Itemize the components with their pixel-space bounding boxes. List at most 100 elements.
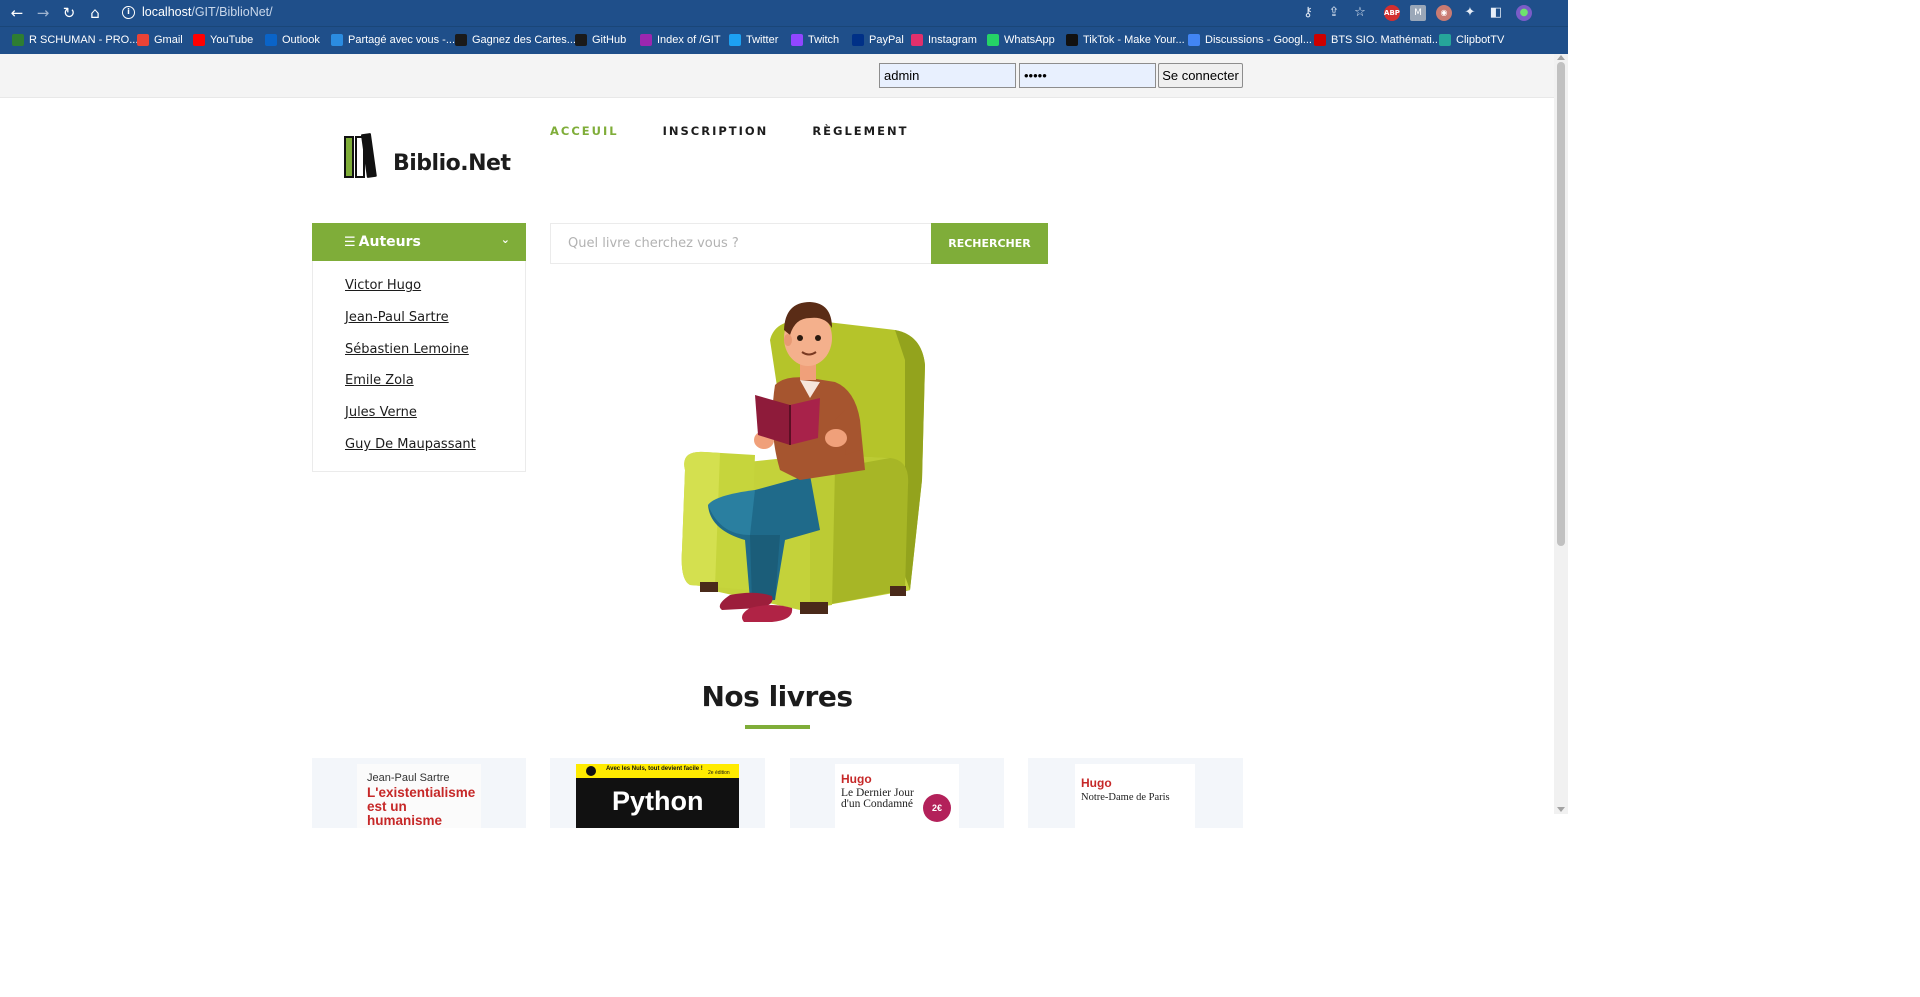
book-cover[interactable]: Avec les Nuls, tout devient facile ! 2e … <box>576 764 739 828</box>
bookmark-item[interactable]: BTS SIO. Mathémati... <box>1314 32 1441 48</box>
scroll-up-arrow-icon[interactable] <box>1557 55 1565 60</box>
book-card[interactable]: Hugo Le Dernier Jour d'un Condamné 2€ <box>790 758 1004 828</box>
share-icon[interactable]: ⇪ <box>1326 5 1342 21</box>
cloud-icon <box>1439 34 1451 46</box>
reload-icon[interactable]: ↻ <box>60 4 78 22</box>
book-card[interactable]: Jean-Paul Sartre L'existentialisme est u… <box>312 758 526 828</box>
book-edition: 2e édition <box>708 770 730 776</box>
bookmark-label: BTS SIO. Mathémati... <box>1331 34 1442 46</box>
username-input[interactable] <box>879 63 1016 88</box>
books-logo-icon <box>343 133 385 178</box>
bookmark-item[interactable]: WhatsApp <box>987 32 1055 48</box>
extension-eyes-icon[interactable]: ◉ <box>1436 5 1452 21</box>
extension-m-icon[interactable]: M <box>1410 5 1426 21</box>
bookmark-item[interactable]: GitHub <box>575 32 626 48</box>
sidepanel-icon[interactable]: ◧ <box>1488 5 1504 21</box>
nav-reglement[interactable]: RÈGLEMENT <box>812 124 908 138</box>
address-bar[interactable]: localhost/GIT/BiblioNet/ <box>142 5 273 19</box>
bookmark-label: R SCHUMAN - PRO... <box>29 34 139 46</box>
search-input[interactable] <box>550 223 932 264</box>
book-cover[interactable]: Jean-Paul Sartre L'existentialisme est u… <box>357 764 481 828</box>
book-banner-text: Avec les Nuls, tout devient facile ! <box>606 766 703 772</box>
hamburger-icon: ☰ <box>344 234 356 250</box>
bookmark-label: Twitch <box>808 34 840 46</box>
scroll-down-arrow-icon[interactable] <box>1557 807 1565 812</box>
nav-home[interactable]: ACCEUIL <box>550 124 619 138</box>
book-card[interactable]: Hugo Notre-Dame de Paris <box>1028 758 1243 828</box>
bookmark-label: Twitter <box>746 34 779 46</box>
book-banner: Avec les Nuls, tout devient facile ! 2e … <box>576 764 739 778</box>
profile-icon[interactable]: ● <box>1516 5 1532 21</box>
bookmark-item[interactable]: ClipbotTV <box>1439 32 1504 48</box>
author-link[interactable]: Sébastien Lemoine <box>313 337 525 369</box>
paypal-icon <box>852 34 864 46</box>
book-cover[interactable]: Hugo Notre-Dame de Paris <box>1075 764 1195 828</box>
bookmark-label: Gagnez des Cartes... <box>472 34 576 46</box>
browser-toolbar: ← → ↻ ⌂ i localhost/GIT/BiblioNet/ ⚷ ⇪ ☆… <box>0 0 1568 26</box>
book-title: Notre-Dame de Paris <box>1081 792 1170 803</box>
main-nav: ACCEUIL INSCRIPTION RÈGLEMENT <box>550 124 908 138</box>
puzzle-icon[interactable]: ✦ <box>1462 5 1478 21</box>
bookmark-item[interactable]: Instagram <box>911 32 977 48</box>
docs-icon <box>1188 34 1200 46</box>
chevron-right-icon[interactable]: » <box>1899 31 1906 45</box>
login-button[interactable]: Se connecter <box>1158 63 1243 88</box>
price-badge: 2€ <box>923 794 951 822</box>
star-icon[interactable]: ☆ <box>1352 5 1368 21</box>
bookmark-label: Index of /GIT <box>657 34 721 46</box>
instagram-icon <box>911 34 923 46</box>
back-icon[interactable]: ← <box>8 4 26 22</box>
chevron-down-icon: ⌄ <box>500 233 510 246</box>
author-link[interactable]: Jean-Paul Sartre <box>313 305 525 337</box>
authors-title: Auteurs <box>358 234 421 250</box>
info-icon[interactable]: i <box>122 6 135 19</box>
key-icon[interactable]: ⚷ <box>1300 5 1316 21</box>
scrollbar[interactable] <box>1554 54 1568 814</box>
bookmark-label: Instagram <box>928 34 977 46</box>
bookmark-item[interactable]: Twitter <box>729 32 778 48</box>
bookmark-item[interactable]: R SCHUMAN - PRO... <box>12 32 138 48</box>
book-author: Hugo <box>841 772 872 786</box>
book-card[interactable]: Avec les Nuls, tout devient facile ! 2e … <box>550 758 765 828</box>
scroll-thumb[interactable] <box>1557 62 1565 546</box>
bookmark-item[interactable]: Gmail <box>137 32 183 48</box>
free-icon <box>1314 34 1326 46</box>
bookmark-item[interactable]: Partagé avec vous -... <box>331 32 455 48</box>
github-icon <box>575 34 587 46</box>
home-icon[interactable]: ⌂ <box>86 4 104 22</box>
forward-icon[interactable]: → <box>34 4 52 22</box>
bookmark-label: WhatsApp <box>1004 34 1055 46</box>
nav-inscription[interactable]: INSCRIPTION <box>663 124 769 138</box>
target-icon <box>455 34 467 46</box>
hot-icon <box>12 34 24 46</box>
author-link[interactable]: Jules Verne <box>313 400 525 432</box>
authors-dropdown-header[interactable]: ☰ Auteurs ⌄ <box>312 223 526 261</box>
bookmark-item[interactable]: Discussions - Googl... <box>1188 32 1312 48</box>
search-button[interactable]: RECHERCHER <box>931 223 1048 264</box>
url-path: /GIT/BiblioNet/ <box>191 5 273 19</box>
bookmark-item[interactable]: Index of /GIT <box>640 32 721 48</box>
adblock-icon[interactable]: ABP <box>1384 5 1400 21</box>
logo-text: Biblio.Net <box>393 151 511 176</box>
bookmark-item[interactable]: Twitch <box>791 32 839 48</box>
bookmark-item[interactable]: YouTube <box>193 32 253 48</box>
bookmark-item[interactable]: PayPal <box>852 32 904 48</box>
dummies-logo-icon <box>586 766 596 776</box>
bookmark-item[interactable]: Gagnez des Cartes... <box>455 32 576 48</box>
password-input[interactable] <box>1019 63 1156 88</box>
author-link[interactable]: Guy De Maupassant <box>313 432 525 464</box>
book-title: Le Dernier Jour d'un Condamné <box>841 787 914 810</box>
book-cover[interactable]: Hugo Le Dernier Jour d'un Condamné 2€ <box>835 764 959 828</box>
author-link[interactable]: Emile Zola <box>313 368 525 400</box>
bookmark-item[interactable]: Outlook <box>265 32 320 48</box>
site-logo[interactable]: Biblio.Net <box>343 133 511 178</box>
author-link[interactable]: Victor Hugo <box>313 273 525 305</box>
login-bar: Se connecter <box>0 54 1554 98</box>
bookmark-label: Partagé avec vous -... <box>348 34 455 46</box>
reading-man-illustration <box>681 302 925 622</box>
book-author: Jean-Paul Sartre <box>367 772 450 784</box>
bookmark-item[interactable]: TikTok - Make Your... <box>1066 32 1185 48</box>
tiktok-icon <box>1066 34 1078 46</box>
outlook-icon <box>265 34 277 46</box>
twitch-icon <box>791 34 803 46</box>
